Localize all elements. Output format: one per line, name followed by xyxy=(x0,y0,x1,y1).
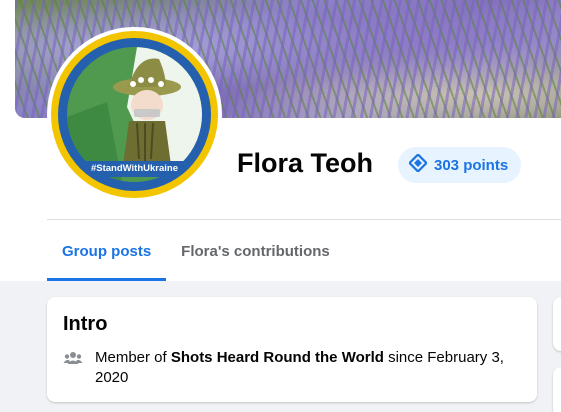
profile-name: Flora Teoh xyxy=(237,148,374,178)
stand-with-ukraine-badge: #StandWithUkraine xyxy=(76,161,193,177)
points-label: 303 points xyxy=(434,156,509,174)
side-card-top xyxy=(553,297,561,351)
membership-text: Member of Shots Heard Round the World si… xyxy=(95,348,523,388)
membership-prefix: Member of xyxy=(95,349,171,366)
avatar-frame-yellow: #StandWithUkraine xyxy=(51,31,218,198)
membership-row: Member of Shots Heard Round the World si… xyxy=(63,348,523,388)
group-name-link[interactable]: Shots Heard Round the World xyxy=(171,349,384,366)
intro-card: Intro Member of Shots Heard Round the Wo… xyxy=(47,297,537,402)
tab-group-posts[interactable]: Group posts xyxy=(47,221,167,281)
people-icon xyxy=(63,348,83,388)
avatar-frame-blue: #StandWithUkraine xyxy=(58,38,211,191)
side-card-bottom xyxy=(553,367,561,412)
profile-avatar[interactable]: #StandWithUkraine xyxy=(47,27,222,202)
points-badge[interactable]: 303 points xyxy=(398,147,522,183)
intro-title: Intro xyxy=(63,313,108,335)
header-divider xyxy=(47,219,561,220)
profile-tabs: Group posts Flora's contributions xyxy=(47,221,345,281)
tab-contributions[interactable]: Flora's contributions xyxy=(166,221,345,281)
diamond-badge-icon xyxy=(407,152,429,177)
